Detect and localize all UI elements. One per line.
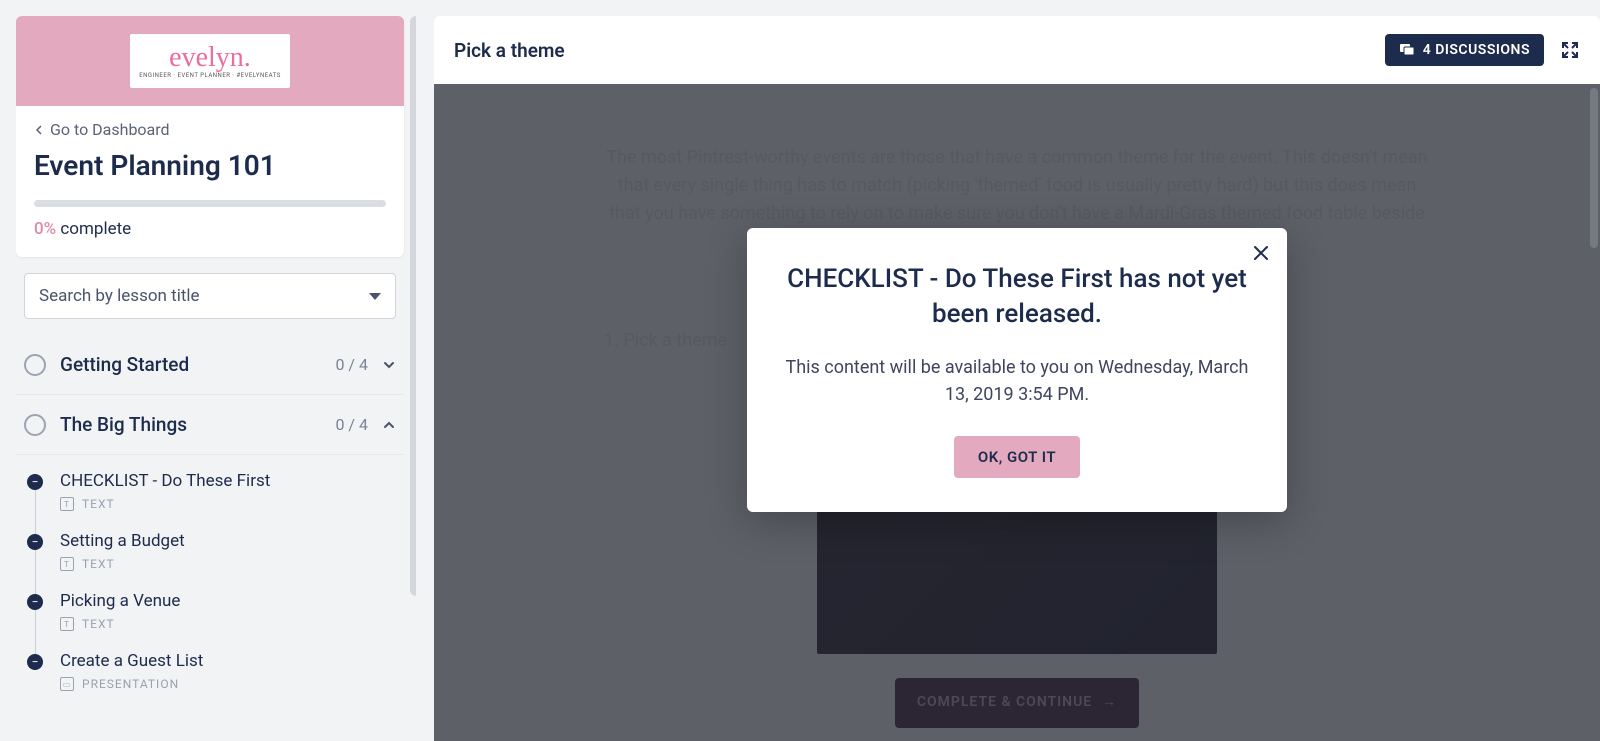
- text-type-icon: T: [60, 617, 74, 631]
- caret-down-icon: [369, 293, 381, 300]
- lesson-type-label: TEXT: [82, 557, 115, 571]
- chapter-title: The Big Things: [60, 413, 321, 436]
- chapter-count: 0 / 4: [335, 355, 368, 374]
- back-link-label: Go to Dashboard: [50, 120, 170, 139]
- brand-logo: evelyn. ENGINEER · EVENT PLANNER · #EVEL…: [130, 34, 290, 88]
- text-type-icon: T: [60, 557, 74, 571]
- chapter-count: 0 / 4: [335, 415, 368, 434]
- locked-icon: −: [27, 534, 43, 550]
- lesson-type-label: TEXT: [82, 497, 115, 511]
- progress-text: 0% complete: [34, 219, 386, 239]
- sidebar: evelyn. ENGINEER · EVENT PLANNER · #EVEL…: [16, 16, 416, 741]
- resize-handle[interactable]: [410, 16, 416, 596]
- chevron-down-icon: [382, 358, 396, 372]
- progress-percent: 0%: [34, 219, 56, 239]
- progress-circle-icon: [24, 354, 46, 376]
- lesson-item[interactable]: − Setting a Budget T TEXT: [16, 521, 404, 581]
- chat-icon: [1399, 42, 1415, 58]
- header-actions: 4 DISCUSSIONS: [1385, 34, 1580, 66]
- progress-circle-icon: [24, 414, 46, 436]
- lesson-item[interactable]: − Create a Guest List ▭ PRESENTATION: [16, 641, 404, 701]
- modal-ok-button[interactable]: OK, GOT IT: [954, 436, 1080, 478]
- chapter-row[interactable]: Getting Started 0 / 4: [16, 335, 404, 395]
- search-lesson-select[interactable]: Search by lesson title: [24, 273, 396, 319]
- lesson-item[interactable]: − CHECKLIST - Do These First T TEXT: [16, 461, 404, 521]
- course-card: evelyn. ENGINEER · EVENT PLANNER · #EVEL…: [16, 16, 404, 257]
- close-icon: [1252, 244, 1270, 262]
- expand-icon: [1560, 40, 1580, 60]
- locked-icon: −: [27, 474, 43, 490]
- sidebar-scroll[interactable]: evelyn. ENGINEER · EVENT PLANNER · #EVEL…: [16, 16, 416, 741]
- app-root: evelyn. ENGINEER · EVENT PLANNER · #EVEL…: [0, 0, 1600, 741]
- discussions-label: 4 DISCUSSIONS: [1423, 42, 1530, 58]
- presentation-type-icon: ▭: [60, 677, 74, 691]
- course-meta: Go to Dashboard Event Planning 101 0% co…: [16, 106, 404, 257]
- chapter-row[interactable]: The Big Things 0 / 4: [16, 395, 404, 455]
- course-title: Event Planning 101: [34, 149, 386, 182]
- chevron-up-icon: [382, 418, 396, 432]
- release-modal: CHECKLIST - Do These First has not yet b…: [747, 228, 1287, 512]
- content-body: The most Pintrest-worthy events are thos…: [434, 84, 1600, 741]
- page-title: Pick a theme: [454, 39, 565, 62]
- scrollbar-thumb[interactable]: [1590, 88, 1598, 248]
- lesson-title: Setting a Budget: [60, 531, 396, 551]
- discussions-button[interactable]: 4 DISCUSSIONS: [1385, 34, 1544, 66]
- lessons-list: − CHECKLIST - Do These First T TEXT −: [16, 455, 404, 701]
- modal-body: This content will be available to you on…: [783, 354, 1251, 408]
- lesson-title: Picking a Venue: [60, 591, 396, 611]
- brand-tagline: ENGINEER · EVENT PLANNER · #EVELYNEATS: [139, 72, 281, 79]
- content-header: Pick a theme 4 DISCUSSIONS: [434, 16, 1600, 84]
- brand-name: evelyn.: [169, 44, 251, 72]
- lesson-title: CHECKLIST - Do These First: [60, 471, 396, 491]
- search-placeholder: Search by lesson title: [39, 286, 200, 306]
- progress-bar: [34, 200, 386, 207]
- modal-ok-label: OK, GOT IT: [978, 448, 1056, 466]
- locked-icon: −: [27, 594, 43, 610]
- modal-close-button[interactable]: [1251, 244, 1271, 264]
- chapter-title: Getting Started: [60, 353, 321, 376]
- text-type-icon: T: [60, 497, 74, 511]
- main-panel: Pick a theme 4 DISCUSSIONS: [434, 16, 1600, 741]
- lesson-item[interactable]: − Picking a Venue T TEXT: [16, 581, 404, 641]
- lesson-type-label: TEXT: [82, 617, 115, 631]
- chevron-left-icon: [34, 125, 44, 135]
- lesson-title: Create a Guest List: [60, 651, 396, 671]
- lesson-type-label: PRESENTATION: [82, 677, 179, 691]
- fullscreen-button[interactable]: [1560, 40, 1580, 60]
- modal-title: CHECKLIST - Do These First has not yet b…: [783, 262, 1251, 332]
- back-to-dashboard-link[interactable]: Go to Dashboard: [34, 120, 386, 139]
- progress-word: complete: [60, 219, 131, 239]
- locked-icon: −: [27, 654, 43, 670]
- brand-header: evelyn. ENGINEER · EVENT PLANNER · #EVEL…: [16, 16, 404, 106]
